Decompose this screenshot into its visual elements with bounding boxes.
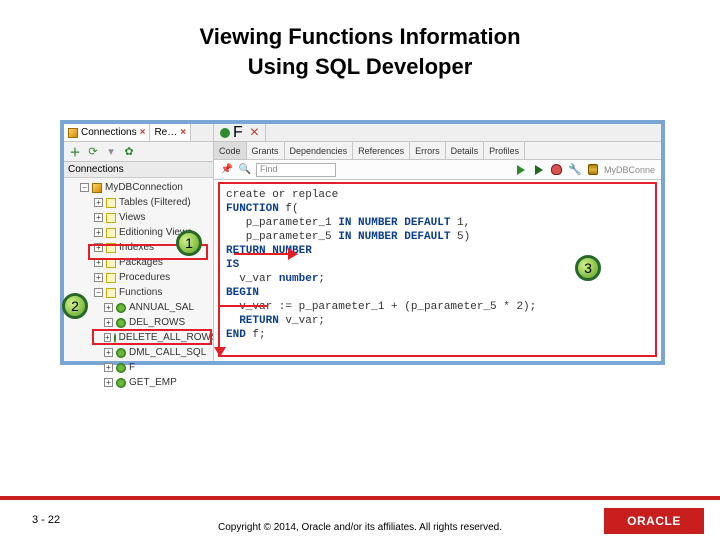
function-icon	[116, 363, 126, 373]
expand-icon[interactable]: +	[94, 198, 103, 207]
editor-tab-f[interactable]: F×	[214, 124, 266, 141]
filter-icon[interactable]: ▾	[104, 145, 118, 159]
connection-icon	[92, 183, 102, 193]
expand-icon[interactable]: −	[94, 288, 103, 297]
editor-toolbar: 📌 🔍 Find 🔧 MyDBConne	[214, 160, 661, 180]
tree-views[interactable]: + Views	[66, 210, 211, 225]
pin-icon[interactable]: 📌	[220, 163, 234, 177]
close-icon[interactable]: ×	[250, 124, 259, 142]
function-icon	[116, 303, 126, 313]
slide-title: Viewing Functions Information Using SQL …	[0, 0, 720, 91]
close-icon[interactable]: ×	[180, 127, 186, 138]
tab-label: Connections	[81, 127, 137, 138]
tab-label: F	[233, 124, 243, 142]
code-line: create or replace	[226, 189, 338, 201]
connections-icon	[68, 128, 78, 138]
tree-function-f[interactable]: +F	[66, 360, 211, 375]
tool-icon[interactable]: 🔧	[568, 163, 582, 177]
editor-subtabs: Code Grants Dependencies References Erro…	[214, 142, 661, 160]
connection-label: MyDBConne	[604, 165, 655, 175]
folder-icon	[106, 228, 116, 238]
annotation-1: 1	[176, 230, 202, 256]
editor-tabs: F×	[214, 124, 661, 142]
slide: Viewing Functions Information Using SQL …	[0, 0, 720, 540]
connections-header: Connections	[64, 162, 213, 178]
tree-function-item[interactable]: + GET_EMP	[66, 375, 211, 390]
folder-icon	[106, 198, 116, 208]
close-icon[interactable]: ×	[140, 127, 146, 138]
function-icon	[220, 128, 230, 138]
settings-icon[interactable]: ✿	[122, 145, 136, 159]
refresh-icon[interactable]: ⟳	[86, 145, 100, 159]
find-input[interactable]: Find	[256, 163, 336, 177]
tab-connections[interactable]: Connections×	[64, 124, 150, 141]
folder-icon	[106, 213, 116, 223]
expand-icon[interactable]: +	[104, 363, 113, 372]
footer-divider	[0, 496, 720, 500]
tree-label: MyDBConnection	[105, 182, 183, 193]
tree-label: ANNUAL_SAL	[129, 302, 194, 313]
connections-toolbar: ＋ ⟳ ▾ ✿	[64, 142, 213, 162]
tab-reports[interactable]: Re…×	[150, 124, 191, 141]
arrow-2-to-f	[218, 305, 220, 355]
arrow-1-to-code	[234, 253, 296, 255]
tree-function-item[interactable]: + DML_CALL_SQL	[66, 345, 211, 360]
annotation-3: 3	[575, 255, 601, 281]
folder-icon	[106, 288, 116, 298]
function-icon	[116, 318, 126, 328]
debug-icon[interactable]	[550, 163, 564, 177]
subtab-dependencies[interactable]: Dependencies	[285, 142, 354, 159]
expand-icon[interactable]: −	[80, 183, 89, 192]
tree-connection[interactable]: − MyDBConnection	[66, 180, 211, 195]
tab-label: Re…	[154, 127, 177, 138]
tree-label: Procedures	[119, 272, 170, 283]
db-icon[interactable]	[586, 163, 600, 177]
subtab-references[interactable]: References	[353, 142, 410, 159]
expand-icon[interactable]: +	[104, 378, 113, 387]
oracle-logo: ORACLE	[604, 508, 704, 534]
tree-label: F	[129, 362, 135, 373]
folder-icon	[106, 273, 116, 283]
tree-function-item[interactable]: + DEL_ROWS	[66, 315, 211, 330]
left-tab-bar: Connections× Re…×	[64, 124, 213, 142]
find-icon[interactable]: 🔍	[238, 163, 252, 177]
tree-functions[interactable]: − Functions	[66, 285, 211, 300]
tree-procedures[interactable]: + Procedures	[66, 270, 211, 285]
tree-label: Views	[119, 212, 146, 223]
title-line-1: Viewing Functions Information	[199, 24, 520, 49]
subtab-details[interactable]: Details	[446, 142, 485, 159]
subtab-grants[interactable]: Grants	[247, 142, 285, 159]
tree-label: DEL_ROWS	[129, 317, 185, 328]
connections-tree: − MyDBConnection + Tables (Filtered) + View…	[64, 178, 213, 392]
function-icon	[116, 348, 126, 358]
tree-label: Tables (Filtered)	[119, 197, 191, 208]
expand-icon[interactable]: +	[104, 318, 113, 327]
subtab-profiles[interactable]: Profiles	[484, 142, 525, 159]
new-connection-icon[interactable]: ＋	[68, 145, 82, 159]
highlight-function-f	[92, 329, 212, 345]
expand-icon[interactable]: +	[94, 228, 103, 237]
editor-panel: F× Code Grants Dependencies References E…	[214, 124, 661, 361]
screenshot: Connections× Re…× ＋ ⟳ ▾ ✿ Connections −M…	[60, 120, 665, 365]
title-line-2: Using SQL Developer	[248, 54, 473, 79]
tree-label: DML_CALL_SQL	[129, 347, 206, 358]
expand-icon[interactable]: +	[94, 273, 103, 282]
subtab-errors[interactable]: Errors	[410, 142, 446, 159]
tree-tables[interactable]: + Tables (Filtered)	[66, 195, 211, 210]
run-icon[interactable]	[514, 163, 528, 177]
expand-icon[interactable]: +	[104, 348, 113, 357]
tree-label: GET_EMP	[129, 377, 177, 388]
expand-icon[interactable]: +	[94, 213, 103, 222]
annotation-2: 2	[62, 293, 88, 319]
subtab-code[interactable]: Code	[214, 142, 247, 159]
function-icon	[116, 378, 126, 388]
expand-icon[interactable]: +	[104, 303, 113, 312]
arrow-2-branch	[218, 305, 268, 307]
compile-icon[interactable]	[532, 163, 546, 177]
tree-label: Functions	[119, 287, 162, 298]
